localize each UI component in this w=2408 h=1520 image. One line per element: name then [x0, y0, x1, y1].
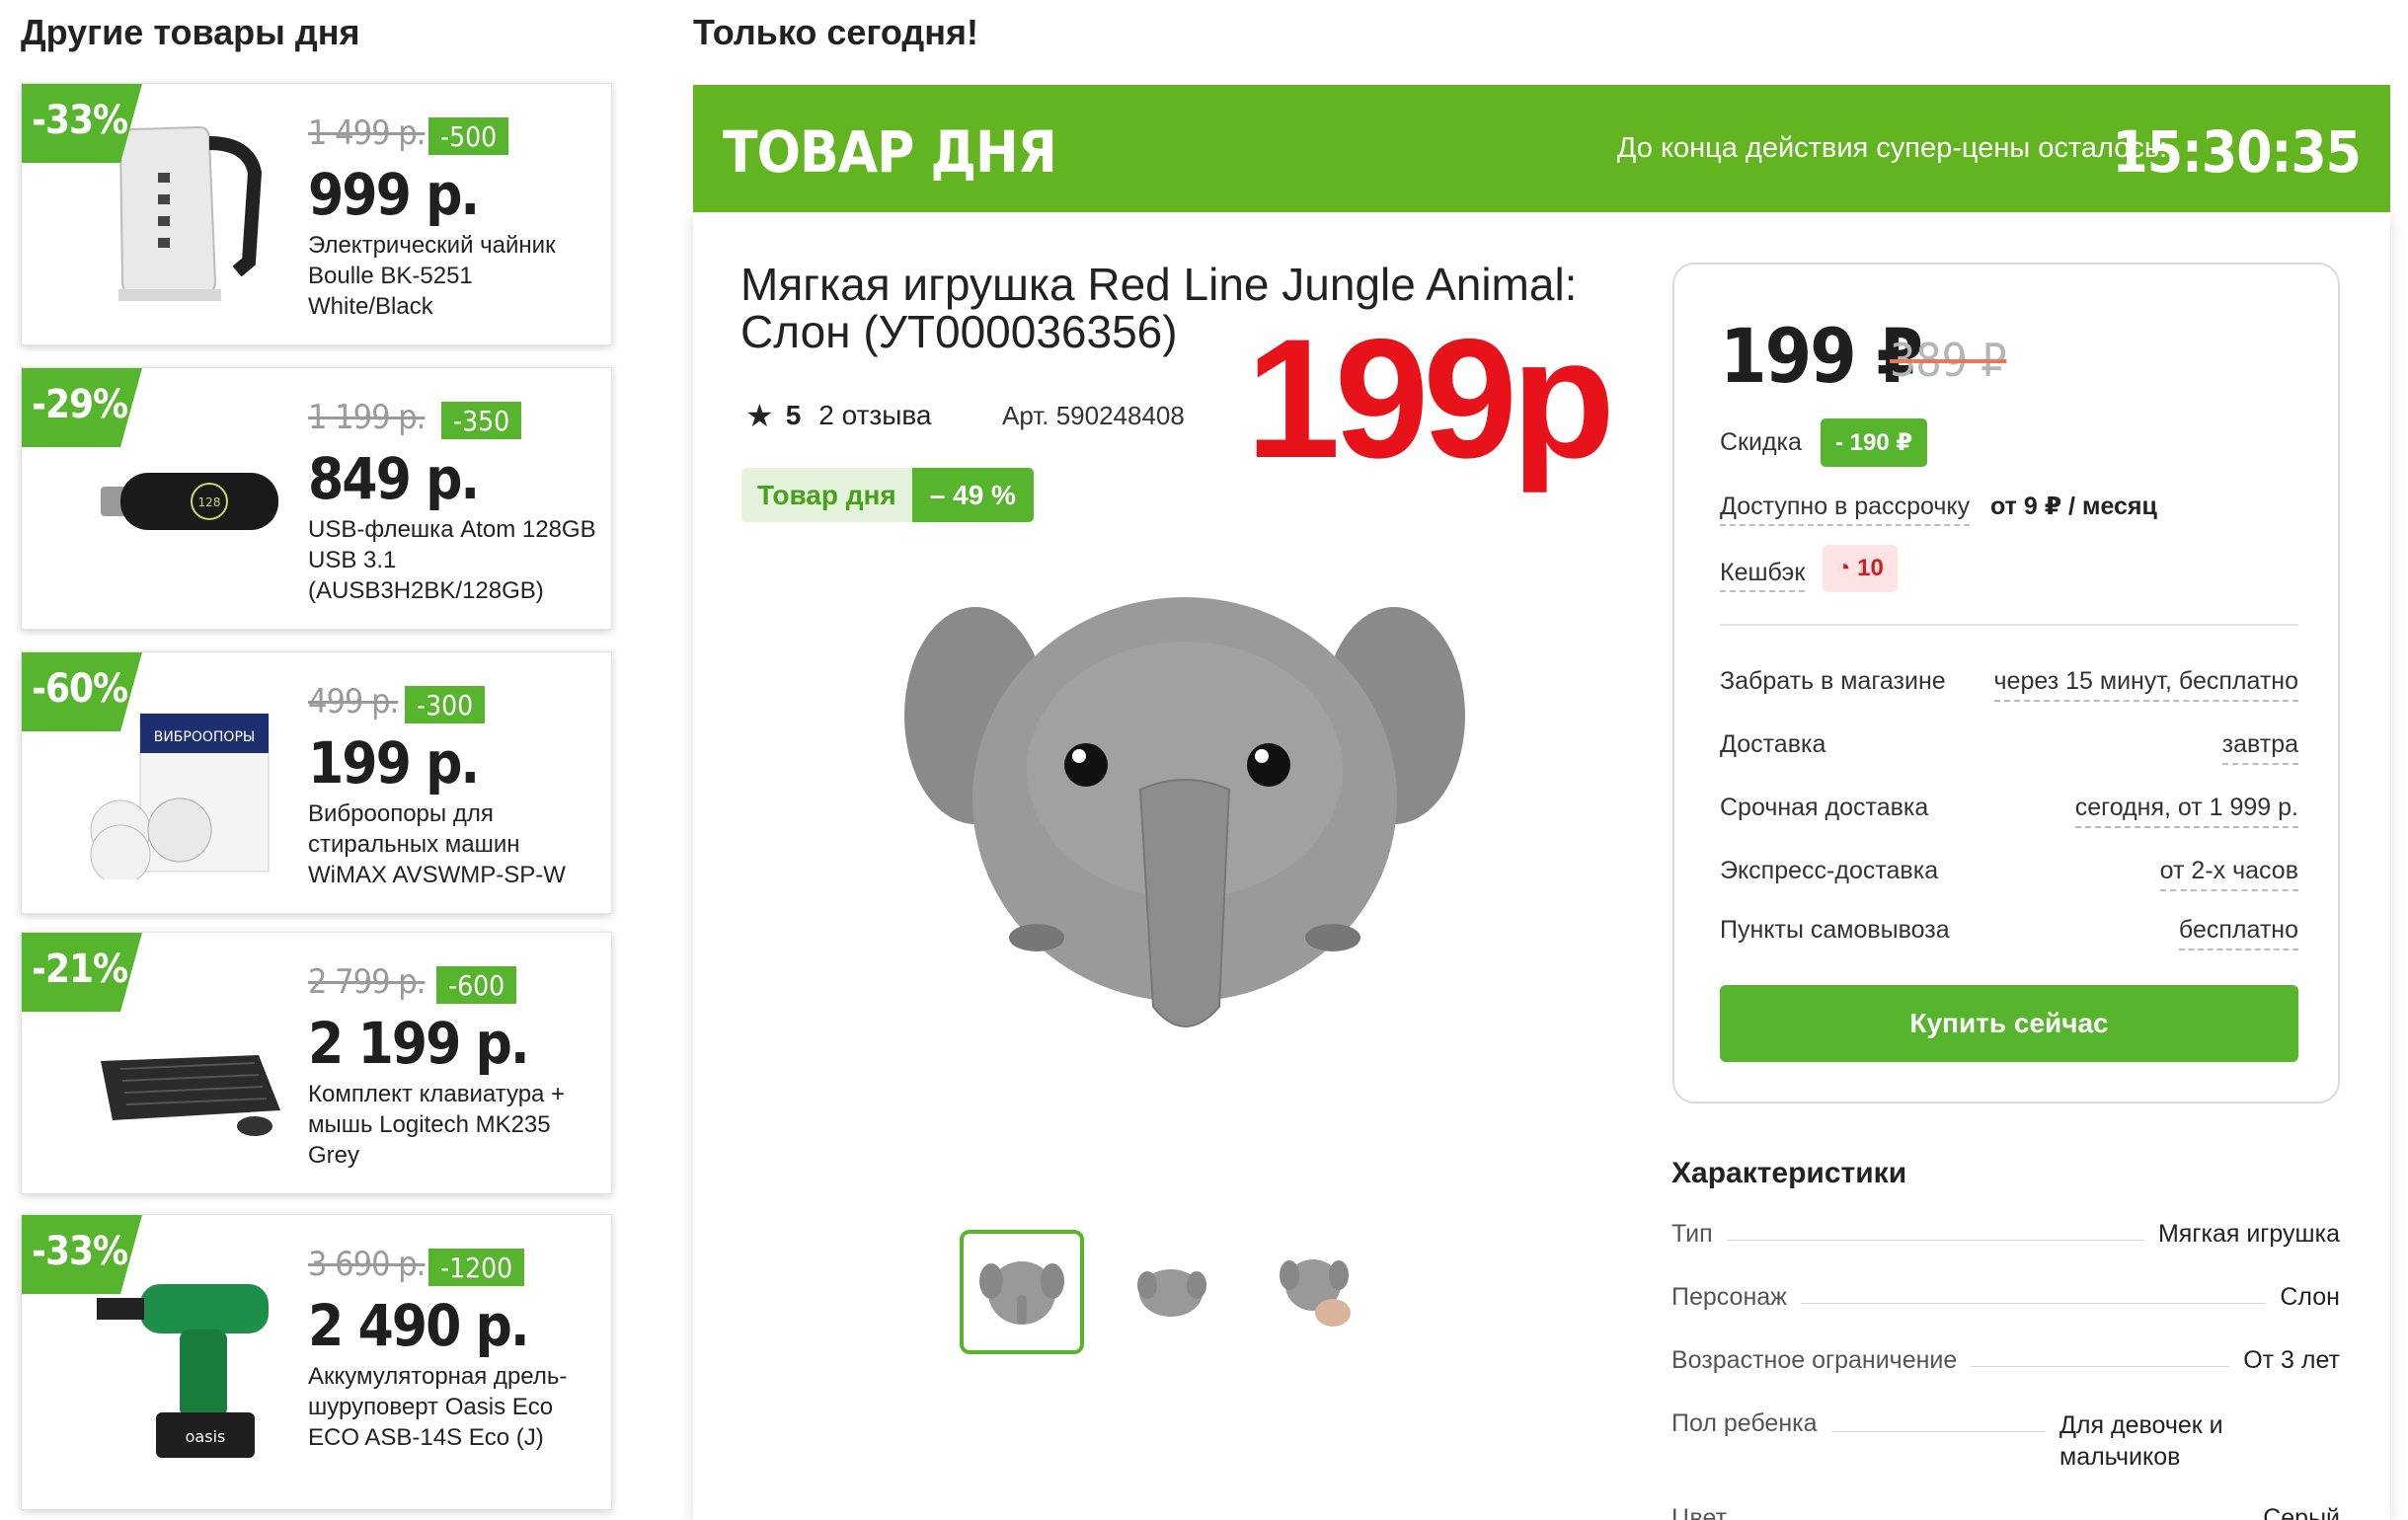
spec-value: Мягкая игрушка — [2157, 1220, 2340, 1248]
savings-badge: -350 — [441, 402, 522, 439]
divider — [1720, 624, 2298, 626]
elephant-plush-icon[interactable] — [889, 572, 1481, 1125]
delivery-value[interactable]: завтра — [2221, 730, 2298, 765]
delivery-value[interactable]: через 15 минут, бесплатно — [1993, 667, 2298, 702]
cashback-row[interactable]: Кешбэк — [1720, 559, 1806, 592]
spec-key: Цвет — [1671, 1504, 1728, 1520]
deal-name[interactable]: Аккумуляторная дрель-шуруповерт Oasis Ec… — [308, 1361, 604, 1453]
old-price: 499 р. — [308, 682, 399, 722]
savings-badge: -600 — [436, 966, 517, 1004]
delivery-row: Экспресс-доставка от 2-х часов — [1720, 857, 2298, 891]
gallery-thumb[interactable] — [960, 1230, 1084, 1354]
delivery-row: Доставка завтра — [1720, 730, 2298, 765]
delivery-value[interactable]: бесплатно — [2178, 916, 2298, 950]
deal-card[interactable]: -21% 2 799 р. -600 2 199 р. Комплект кла… — [21, 932, 612, 1194]
delivery-label: Доставка — [1720, 730, 1826, 758]
delivery-label: Срочная доставка — [1720, 794, 1929, 821]
deal-name[interactable]: Виброопоры для стиральных машин WiMAX AV… — [308, 798, 604, 890]
deal-card[interactable]: -33% 1 499 р. -500 999 р. Электрический … — [21, 83, 612, 345]
delivery-label: Пункты самовывоза — [1720, 916, 1950, 944]
old-price: 2 799 р. — [308, 962, 426, 1002]
delivery-row: Пункты самовывоза бесплатно — [1720, 916, 2298, 950]
svg-text:128: 128 — [198, 495, 221, 509]
deal-name[interactable]: Комплект клавиатура + мышь Logitech MK23… — [308, 1079, 604, 1171]
deal-card[interactable]: ВИБРООПОРЫ -60% 499 р. -300 199 р. Вибро… — [21, 651, 612, 914]
old-price: 389 ₽ — [1890, 334, 2007, 387]
spec-key: Пол ребенка — [1671, 1409, 1818, 1437]
deal-card[interactable]: 128 -29% 1 199 р. -350 849 р. USB-флешка… — [21, 367, 612, 630]
reviews-link[interactable]: 2 отзыва — [818, 400, 931, 431]
delivery-value[interactable]: сегодня, от 1 999 р. — [2074, 794, 2298, 828]
deal-card[interactable]: oasis -33% 3 690 р. -1200 2 490 р. Аккум… — [21, 1214, 612, 1510]
deal-name[interactable]: Электрический чайник Boulle BK-5251 Whit… — [308, 230, 604, 322]
spec-key: Тип — [1671, 1220, 1713, 1248]
installment-value: от 9 ₽ / месяц — [1990, 493, 2157, 520]
delivery-label: Забрать в магазине — [1720, 667, 1946, 695]
spec-row: Возрастное ограничение От 3 лет — [1671, 1346, 2340, 1375]
svg-text:ВИБРООПОРЫ: ВИБРООПОРЫ — [154, 729, 256, 745]
buy-now-button[interactable]: Купить сейчас — [1720, 985, 2298, 1062]
spec-value: Серый — [2263, 1504, 2340, 1520]
deal-price: 2 199 р. — [308, 1010, 530, 1077]
star-icon: ★ — [745, 398, 774, 433]
spec-key: Персонаж — [1671, 1283, 1787, 1311]
deal-name[interactable]: USB-флешка Atom 128GB USB 3.1 (AUSB3H2BK… — [308, 514, 604, 606]
spec-row: Пол ребенка Для девочек и мальчиков — [1671, 1409, 2340, 1473]
savings-badge: -300 — [405, 686, 486, 723]
svg-text:oasis: oasis — [186, 1427, 226, 1446]
deal-price: 849 р. — [308, 445, 480, 512]
other-deals-heading: Другие товары дня — [21, 12, 360, 52]
delivery-value[interactable]: от 2-х часов — [2159, 857, 2298, 891]
article-number: Арт. 590248408 — [1002, 401, 1185, 430]
cashback-value: 10 — [1857, 555, 1884, 581]
deal-price: 2 490 р. — [308, 1292, 530, 1359]
old-price: 3 690 р. — [308, 1245, 426, 1284]
savings-badge: -500 — [428, 117, 509, 155]
deal-price: 199 р. — [308, 729, 480, 797]
old-price: 1 499 р. — [308, 114, 426, 153]
spec-row: Персонаж Слон — [1671, 1283, 2340, 1312]
delivery-row: Забрать в магазине через 15 минут, беспл… — [1720, 667, 2298, 702]
spec-row: Тип Мягкая игрушка — [1671, 1220, 2340, 1249]
today-only-heading: Только сегодня! — [693, 12, 979, 52]
cashback-icon: ◔ — [1836, 555, 1851, 581]
buy-box: 199 ₽ 389 ₽ Скидка - 190 ₽ Доступно в ра… — [1672, 263, 2340, 1103]
delivery-label: Экспресс-доставка — [1720, 857, 1939, 884]
spec-value: От 3 лет — [2243, 1346, 2340, 1374]
savings-badge: -1200 — [428, 1249, 525, 1286]
cashback-badge: ◔ 10 — [1823, 545, 1898, 592]
spec-key: Возрастное ограничение — [1671, 1346, 1958, 1374]
cashback-label[interactable]: Кешбэк — [1720, 559, 1806, 592]
deal-price: 999 р. — [308, 161, 480, 228]
countdown-timer: 15:30:35 — [2112, 118, 2362, 186]
old-price: 1 199 р. — [308, 398, 426, 437]
spec-row: Цвет Серый — [1671, 1504, 2340, 1520]
spec-value: Слон — [2280, 1283, 2340, 1311]
countdown-label: До конца действия супер-цены осталось: — [1616, 132, 2167, 164]
deal-tag-label: Товар дня — [741, 468, 912, 522]
delivery-row: Срочная доставка сегодня, от 1 999 р. — [1720, 794, 2298, 828]
banner-title: ТОВАР ДНЯ — [723, 118, 1057, 186]
gallery-thumb[interactable] — [1112, 1230, 1236, 1354]
discount-label: Скидка — [1720, 428, 1802, 456]
deal-tag: Товар дня – 49 % — [741, 468, 1034, 522]
promo-price: 199р — [1246, 304, 1615, 494]
deal-of-day-banner: ТОВАР ДНЯ До конца действия супер-цены о… — [693, 85, 2390, 212]
specs-heading: Характеристики — [1671, 1157, 1907, 1189]
spec-value: Для девочек и мальчиков — [2059, 1411, 2223, 1471]
deal-tag-discount: – 49 % — [911, 468, 1034, 522]
rating-score: 5 — [785, 400, 802, 430]
installment-row[interactable]: Доступно в рассрочку от 9 ₽ / месяц — [1720, 492, 2157, 526]
gallery-thumb[interactable] — [1260, 1230, 1384, 1354]
discount-badge: - 190 ₽ — [1821, 418, 1928, 467]
rating[interactable]: ★ 5 2 отзыва — [745, 397, 932, 434]
installment-label[interactable]: Доступно в рассрочку — [1720, 493, 1971, 526]
